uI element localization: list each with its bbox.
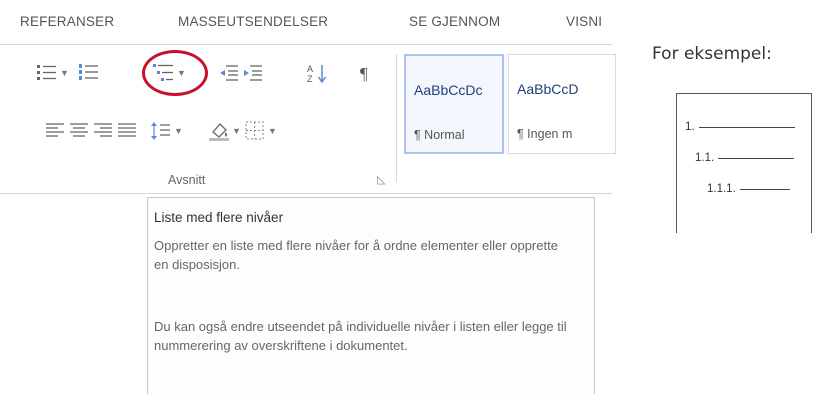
decrease-indent-icon[interactable]: [218, 62, 240, 84]
line-spacing-icon[interactable]: [150, 120, 172, 142]
styles-gallery: AaBbCcDc ¶ Normal AaBbCcD ¶ Ingen m: [404, 54, 616, 154]
justify-icon[interactable]: [116, 120, 138, 142]
tab-visning[interactable]: VISNI: [566, 14, 602, 29]
example-box: 1. 1.1. 1.1.1.: [676, 93, 812, 233]
ribbon: REFERANSER MASSEUTSENDELSER SE GJENNOM V…: [0, 0, 616, 200]
sort-icon[interactable]: AZ: [306, 62, 328, 84]
tooltip: Liste med flere nivåer Oppretter en list…: [147, 197, 595, 394]
shading-icon[interactable]: [208, 120, 230, 142]
ribbon-bottom-border: [0, 193, 612, 194]
svg-text:A: A: [307, 64, 313, 74]
tab-se-gjennom[interactable]: SE GJENNOM: [409, 14, 500, 29]
pilcrow-icon[interactable]: ¶: [356, 62, 378, 84]
example-number: 1.1.1.: [707, 183, 736, 195]
tooltip-paragraph: Oppretter en liste med flere nivåer for …: [154, 238, 558, 272]
example-label: For eksempel:: [652, 44, 772, 64]
example-number: 1.: [685, 121, 695, 133]
tooltip-title: Liste med flere nivåer: [154, 210, 284, 225]
tooltip-paragraph: Du kan også endre utseendet på individue…: [154, 319, 567, 353]
example-line: [739, 188, 790, 190]
borders-icon[interactable]: [244, 120, 266, 142]
align-center-icon[interactable]: [68, 120, 90, 142]
paragraph-group-label: Avsnitt: [168, 173, 206, 187]
example-item: 1.1.: [695, 152, 795, 164]
example-line: [718, 157, 795, 159]
multilevel-highlight-circle: [142, 50, 208, 96]
style-ingen-mellomrom[interactable]: AaBbCcD ¶ Ingen m: [508, 54, 616, 154]
tab-referanser[interactable]: REFERANSER: [20, 14, 114, 29]
line-spacing-dropdown-icon[interactable]: ▼: [174, 126, 183, 136]
example-line: [698, 126, 795, 128]
tab-masseutsendelser[interactable]: MASSEUTSENDELSER: [178, 14, 328, 29]
bullets-dropdown-icon[interactable]: ▼: [60, 68, 69, 78]
style-name: ¶ Ingen m: [517, 127, 573, 141]
group-separator: [396, 54, 397, 182]
example-item: 1.1.1.: [707, 183, 790, 195]
dialog-launcher-icon[interactable]: ◺: [377, 173, 385, 186]
align-left-icon[interactable]: [44, 120, 66, 142]
example-item: 1.: [685, 121, 795, 133]
style-sample: AaBbCcD: [517, 81, 579, 97]
style-name: ¶ Normal: [414, 128, 465, 142]
style-sample: AaBbCcDc: [414, 82, 483, 98]
align-right-icon[interactable]: [92, 120, 114, 142]
borders-dropdown-icon[interactable]: ▼: [268, 126, 277, 136]
ribbon-tabs: REFERANSER MASSEUTSENDELSER SE GJENNOM V…: [0, 0, 612, 44]
numbering-icon[interactable]: [78, 62, 100, 84]
example-number: 1.1.: [695, 152, 715, 164]
bullets-icon[interactable]: [36, 62, 58, 84]
svg-text:Z: Z: [307, 74, 313, 84]
style-normal[interactable]: AaBbCcDc ¶ Normal: [404, 54, 504, 154]
increase-indent-icon[interactable]: [242, 62, 264, 84]
shading-dropdown-icon[interactable]: ▼: [232, 126, 241, 136]
svg-text:¶: ¶: [360, 64, 368, 83]
